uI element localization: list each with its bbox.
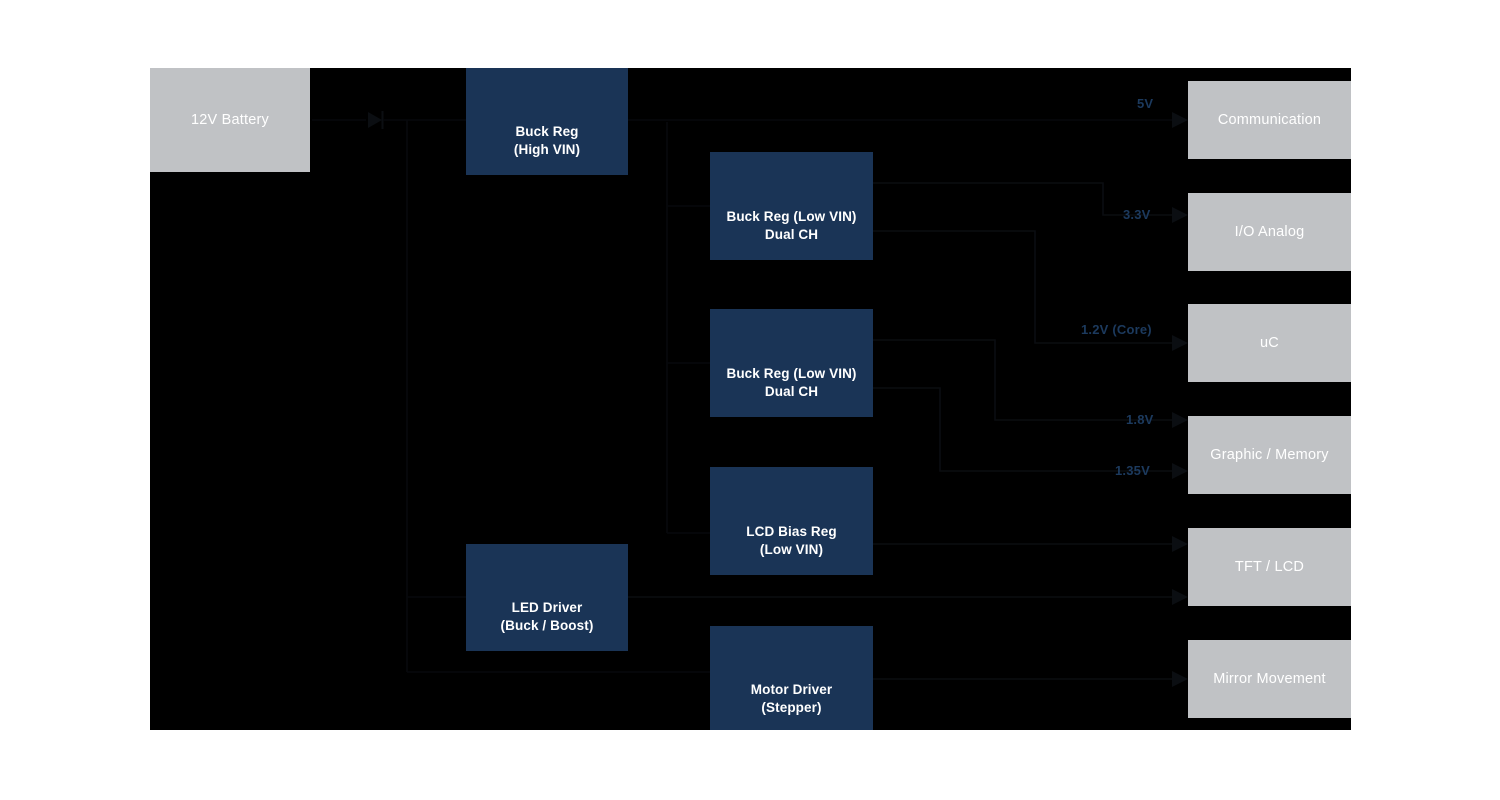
source-block-12v-battery[interactable]: 12V Battery	[150, 68, 310, 172]
load-block-uc[interactable]: uC	[1188, 304, 1351, 382]
regulator-label-line1: Motor Driver	[750, 681, 833, 697]
regulator-label-line1: LCD Bias Reg	[746, 523, 837, 539]
load-block-graphic-memory[interactable]: Graphic / Memory	[1188, 416, 1351, 494]
regulator-label-line1: LED Driver	[511, 599, 583, 615]
load-block-communication[interactable]: Communication	[1188, 81, 1351, 159]
regulator-label-line2: (High VIN)	[513, 141, 581, 157]
regulator-label-line2: (Stepper)	[761, 699, 822, 715]
regulator-block-buck-low-vin-dual-2[interactable]: Buck Reg (Low VIN) Dual CH	[710, 309, 873, 417]
regulator-block-lcd-bias-reg[interactable]: LCD Bias Reg (Low VIN)	[710, 467, 873, 575]
regulator-label-line1: Buck Reg (Low VIN)	[726, 365, 857, 381]
regulator-block-led-driver[interactable]: LED Driver (Buck / Boost)	[466, 544, 628, 651]
regulator-label-line2: (Low VIN)	[759, 541, 824, 557]
regulator-label-line2: Dual CH	[764, 383, 819, 399]
regulator-block-motor-driver[interactable]: Motor Driver (Stepper)	[710, 626, 873, 730]
regulator-block-buck-low-vin-dual-1[interactable]: Buck Reg (Low VIN) Dual CH	[710, 152, 873, 260]
regulator-label-line2: (Buck / Boost)	[500, 617, 594, 633]
load-label: I/O Analog	[1234, 224, 1305, 240]
load-label: uC	[1260, 335, 1279, 351]
load-block-io-analog[interactable]: I/O Analog	[1188, 193, 1351, 271]
regulator-label-line1: Buck Reg	[515, 123, 579, 139]
rail-label-1v35: 1.35V	[1115, 463, 1150, 478]
regulator-block-buck-high-vin[interactable]: Buck Reg (High VIN)	[466, 68, 628, 175]
diagram-root: 12V Battery Buck Reg (High VIN) Buck Reg…	[0, 0, 1500, 800]
load-block-tft-lcd[interactable]: TFT / LCD	[1188, 528, 1351, 606]
regulator-label-line2: Dual CH	[764, 226, 819, 242]
load-label: Communication	[1217, 112, 1322, 128]
source-label: 12V Battery	[191, 112, 269, 128]
rail-label-3v3: 3.3V	[1123, 207, 1151, 222]
load-label: TFT / LCD	[1234, 559, 1305, 575]
load-label: Graphic / Memory	[1210, 447, 1329, 463]
regulator-label-line1: Buck Reg (Low VIN)	[726, 208, 857, 224]
load-block-mirror-movement[interactable]: Mirror Movement	[1188, 640, 1351, 718]
load-label: Mirror Movement	[1213, 671, 1326, 687]
rail-label-1v2-core: 1.2V (Core)	[1081, 322, 1152, 337]
rail-label-5v: 5V	[1137, 96, 1154, 111]
rail-label-1v8: 1.8V	[1126, 412, 1154, 427]
